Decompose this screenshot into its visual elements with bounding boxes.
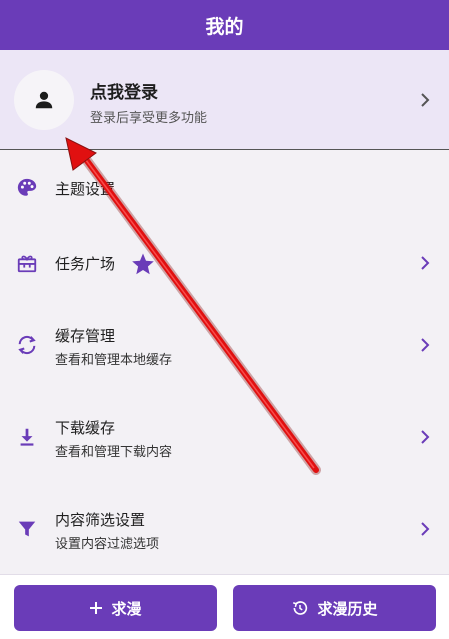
menu-item-subtitle: 查看和管理本地缓存 [55, 353, 173, 368]
filter-icon [16, 518, 38, 540]
login-title: 点我登录 [90, 83, 158, 103]
download-icon [16, 426, 38, 448]
request-history-button[interactable]: 求漫历史 [233, 585, 436, 631]
menu-item-title: 内容筛选设置 [55, 511, 146, 529]
person-icon [35, 91, 53, 109]
chevron-right-icon [417, 92, 433, 108]
menu-item-task-plaza[interactable]: 任务广场 [0, 222, 449, 302]
request-comic-label: 求漫 [111, 599, 142, 618]
chevron-right-icon [417, 429, 433, 445]
request-history-label: 求漫历史 [317, 599, 378, 618]
avatar[interactable] [14, 70, 74, 130]
page-title: 我的 [205, 15, 244, 38]
chevron-right-icon [417, 255, 433, 271]
menu-item-subtitle: 设置内容过滤选项 [55, 537, 160, 552]
login-subtitle: 登录后享受更多功能 [90, 111, 208, 126]
sync-icon [16, 334, 38, 356]
plus-icon [89, 601, 103, 615]
bottom-action-bar: 求漫 求漫历史 [0, 574, 449, 639]
menu-item-subtitle: 查看和管理下载内容 [55, 445, 173, 460]
history-icon [291, 599, 309, 617]
star-icon [132, 253, 154, 275]
menu-item-download-cache[interactable]: 下载缓存 查看和管理下载内容 [0, 397, 449, 477]
menu-item-title: 下载缓存 [55, 419, 116, 437]
chevron-right-icon [417, 337, 433, 353]
request-comic-button[interactable]: 求漫 [14, 585, 217, 631]
palette-icon [16, 177, 38, 199]
menu-item-cache-management[interactable]: 缓存管理 查看和管理本地缓存 [0, 305, 449, 385]
menu-item-title: 任务广场 [55, 255, 116, 273]
gift-icon [16, 252, 38, 274]
menu-item-theme-settings[interactable]: 主题设置 [0, 150, 449, 230]
menu-item-content-filter[interactable]: 内容筛选设置 设置内容过滤选项 [0, 489, 449, 569]
chevron-right-icon [417, 521, 433, 537]
app-bar: 我的 [0, 0, 449, 50]
menu-item-title: 缓存管理 [55, 327, 116, 345]
menu-item-title: 主题设置 [55, 180, 116, 198]
login-card[interactable]: 点我登录 登录后享受更多功能 [0, 50, 449, 150]
